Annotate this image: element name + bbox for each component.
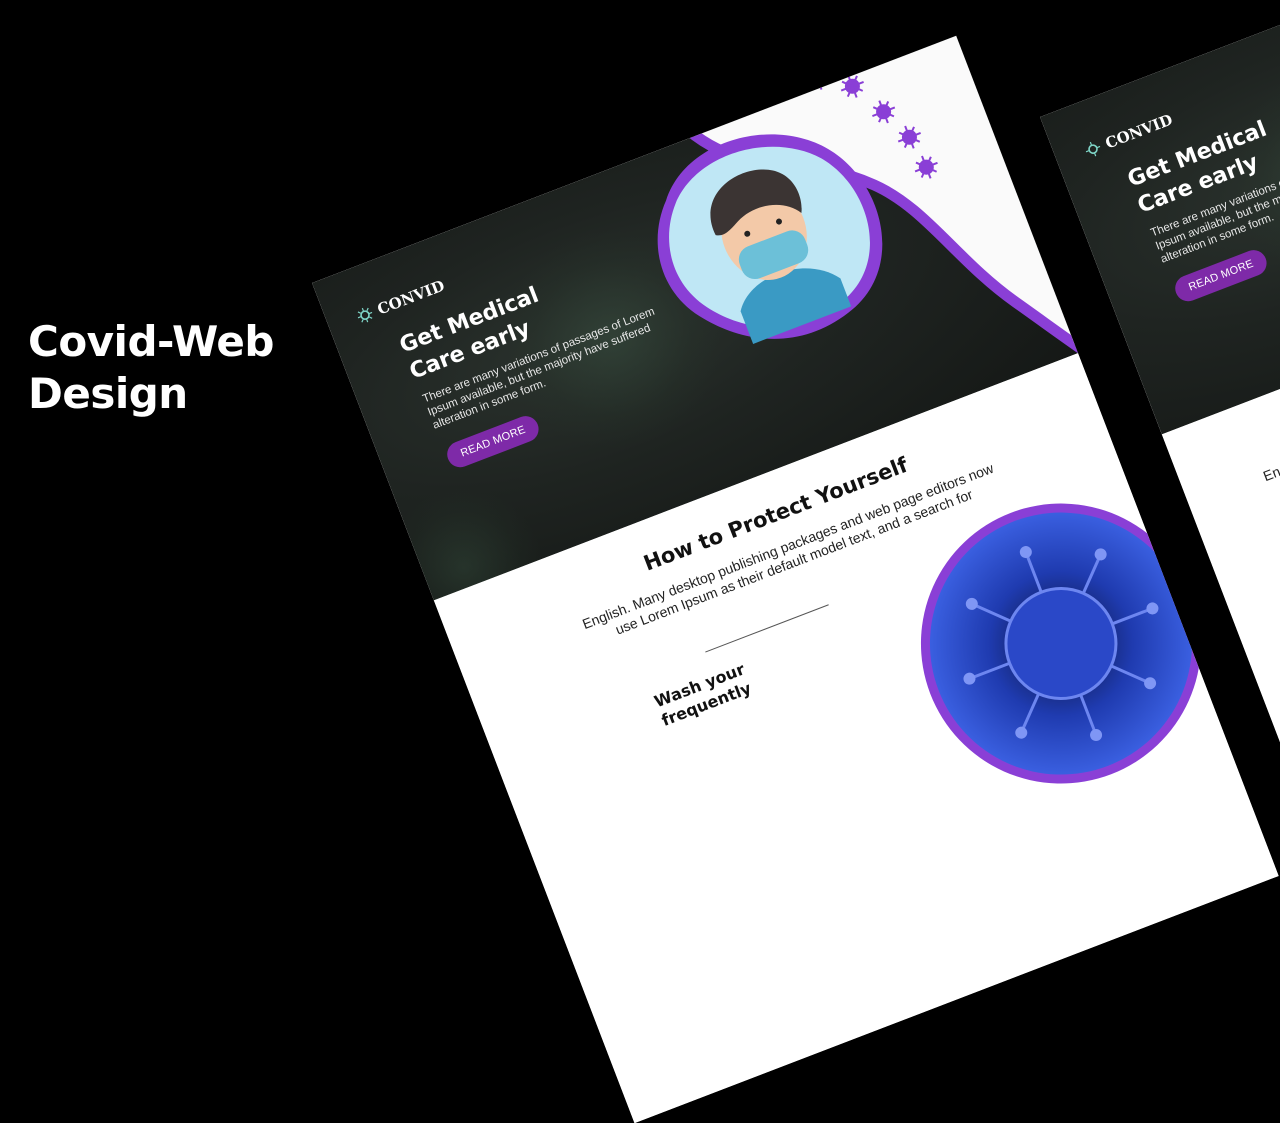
headline: Covid-Web Design <box>28 316 274 420</box>
virus-icon <box>805 66 829 90</box>
login-link[interactable]: Login <box>730 46 773 77</box>
virus-icon <box>872 100 896 124</box>
headline-line2: Design <box>28 369 188 418</box>
section-divider <box>705 604 829 653</box>
search-icon[interactable] <box>779 36 807 60</box>
logo-text: CONVID <box>374 276 448 319</box>
logo-virus-icon <box>1085 141 1101 157</box>
headline-line1: Covid-Web <box>28 317 274 366</box>
virus-icon <box>897 125 921 149</box>
wash-hands-title: Wash your frequently <box>652 640 806 731</box>
secondary-logo-text: CONVID <box>1102 110 1176 153</box>
virus-icon <box>914 155 938 179</box>
logo-virus-icon <box>357 307 373 323</box>
grid-menu-icon[interactable] <box>813 35 841 47</box>
virus-icon <box>840 74 864 98</box>
top-nav: Login <box>729 35 841 79</box>
